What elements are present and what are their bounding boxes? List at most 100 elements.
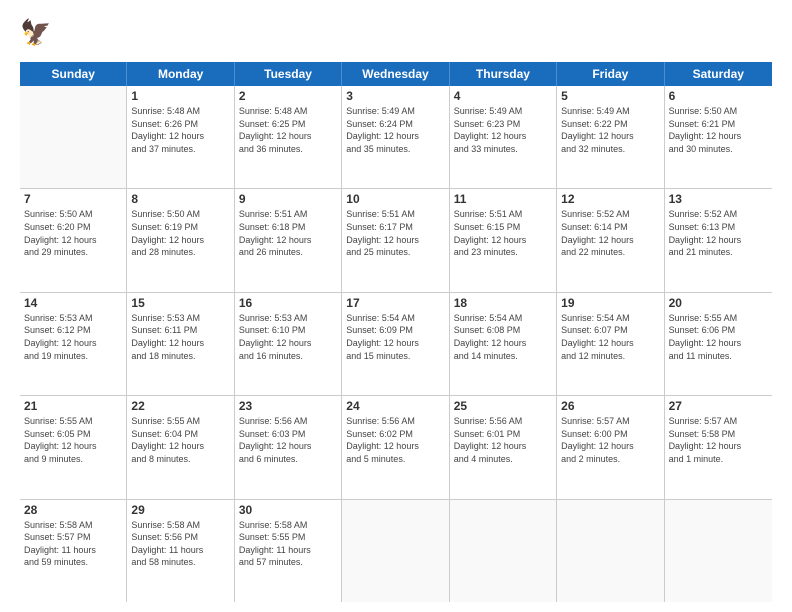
day-cell-18: 18 Sunrise: 5:54 AM Sunset: 6:08 PM Dayli… [450, 293, 557, 395]
day-number: 3 [346, 89, 444, 103]
day-cell-30: 30Sunrise: 5:58 AM Sunset: 5:55 PM Dayli… [235, 500, 342, 602]
day-number: 9 [239, 192, 337, 206]
day-number: 13 [669, 192, 768, 206]
day-cell-2: 2 Sunrise: 5:48 AM Sunset: 6:25 PM Daylig… [235, 86, 342, 188]
calendar: SundayMondayTuesdayWednesdayThursdayFrid… [20, 62, 772, 602]
day-cell-5: 5 Sunrise: 5:49 AM Sunset: 6:22 PM Daylig… [557, 86, 664, 188]
day-info: Sunrise: 5:53 AM Sunset: 6:11 PM Dayligh… [131, 312, 229, 362]
day-cell-24: 24 Sunrise: 5:56 AM Sunset: 6:02 PM Dayli… [342, 396, 449, 498]
day-info: Sunrise: 5:50 AM Sunset: 6:21 PM Dayligh… [669, 105, 768, 155]
day-number: 24 [346, 399, 444, 413]
day-cell-25: 25Sunrise: 5:56 AM Sunset: 6:01 PM Dayli… [450, 396, 557, 498]
day-cell-13: 13 Sunrise: 5:52 AM Sunset: 6:13 PM Dayli… [665, 189, 772, 291]
day-number: 27 [669, 399, 768, 413]
day-cell-10: 10 Sunrise: 5:51 AM Sunset: 6:17 PM Dayli… [342, 189, 449, 291]
day-cell-21: 21 Sunrise: 5:55 AM Sunset: 6:05 PM Dayli… [20, 396, 127, 498]
day-number: 16 [239, 296, 337, 310]
day-info: Sunrise: 5:57 AM Sunset: 5:58 PM Dayligh… [669, 415, 768, 465]
day-info: Sunrise: 5:52 AM Sunset: 6:14 PM Dayligh… [561, 208, 659, 258]
day-info: Sunrise: 5:55 AM Sunset: 6:05 PM Dayligh… [24, 415, 122, 465]
day-cell-8: 8 Sunrise: 5:50 AM Sunset: 6:19 PM Daylig… [127, 189, 234, 291]
day-info: Sunrise: 5:50 AM Sunset: 6:19 PM Dayligh… [131, 208, 229, 258]
day-cell-11: 11Sunrise: 5:51 AM Sunset: 6:15 PM Dayli… [450, 189, 557, 291]
day-info: Sunrise: 5:51 AM Sunset: 6:18 PM Dayligh… [239, 208, 337, 258]
header-day-sunday: Sunday [20, 62, 127, 86]
day-cell-26: 26 Sunrise: 5:57 AM Sunset: 6:00 PM Dayli… [557, 396, 664, 498]
day-info: Sunrise: 5:56 AM Sunset: 6:03 PM Dayligh… [239, 415, 337, 465]
day-info: Sunrise: 5:49 AM Sunset: 6:22 PM Dayligh… [561, 105, 659, 155]
header-day-friday: Friday [557, 62, 664, 86]
day-info: Sunrise: 5:54 AM Sunset: 6:08 PM Dayligh… [454, 312, 552, 362]
day-cell-20: 20 Sunrise: 5:55 AM Sunset: 6:06 PM Dayli… [665, 293, 772, 395]
day-number: 28 [24, 503, 122, 517]
day-info: Sunrise: 5:48 AM Sunset: 6:25 PM Dayligh… [239, 105, 337, 155]
header-day-saturday: Saturday [665, 62, 772, 86]
empty-cell [450, 500, 557, 602]
day-cell-29: 29Sunrise: 5:58 AM Sunset: 5:56 PM Dayli… [127, 500, 234, 602]
day-number: 12 [561, 192, 659, 206]
day-cell-23: 23 Sunrise: 5:56 AM Sunset: 6:03 PM Dayli… [235, 396, 342, 498]
day-info: Sunrise: 5:52 AM Sunset: 6:13 PM Dayligh… [669, 208, 768, 258]
calendar-header: SundayMondayTuesdayWednesdayThursdayFrid… [20, 62, 772, 86]
day-number: 2 [239, 89, 337, 103]
day-info: Sunrise: 5:51 AM Sunset: 6:17 PM Dayligh… [346, 208, 444, 258]
header-day-thursday: Thursday [450, 62, 557, 86]
empty-cell [665, 500, 772, 602]
day-number: 23 [239, 399, 337, 413]
day-cell-16: 16 Sunrise: 5:53 AM Sunset: 6:10 PM Dayli… [235, 293, 342, 395]
day-cell-9: 9 Sunrise: 5:51 AM Sunset: 6:18 PM Daylig… [235, 189, 342, 291]
day-cell-14: 14 Sunrise: 5:53 AM Sunset: 6:12 PM Dayli… [20, 293, 127, 395]
day-number: 14 [24, 296, 122, 310]
day-info: Sunrise: 5:53 AM Sunset: 6:12 PM Dayligh… [24, 312, 122, 362]
day-number: 17 [346, 296, 444, 310]
day-number: 15 [131, 296, 229, 310]
day-number: 10 [346, 192, 444, 206]
day-cell-3: 3Sunrise: 5:49 AM Sunset: 6:24 PM Daylig… [342, 86, 449, 188]
day-cell-17: 17 Sunrise: 5:54 AM Sunset: 6:09 PM Dayli… [342, 293, 449, 395]
day-info: Sunrise: 5:49 AM Sunset: 6:23 PM Dayligh… [454, 105, 552, 155]
day-info: Sunrise: 5:55 AM Sunset: 6:06 PM Dayligh… [669, 312, 768, 362]
day-cell-19: 19 Sunrise: 5:54 AM Sunset: 6:07 PM Dayli… [557, 293, 664, 395]
day-info: Sunrise: 5:54 AM Sunset: 6:07 PM Dayligh… [561, 312, 659, 362]
day-info: Sunrise: 5:58 AM Sunset: 5:55 PM Dayligh… [239, 519, 337, 569]
header-day-monday: Monday [127, 62, 234, 86]
day-cell-28: 28 Sunrise: 5:58 AM Sunset: 5:57 PM Dayli… [20, 500, 127, 602]
day-info: Sunrise: 5:56 AM Sunset: 6:02 PM Dayligh… [346, 415, 444, 465]
day-info: Sunrise: 5:57 AM Sunset: 6:00 PM Dayligh… [561, 415, 659, 465]
day-info: Sunrise: 5:58 AM Sunset: 5:57 PM Dayligh… [24, 519, 122, 569]
day-number: 29 [131, 503, 229, 517]
day-number: 1 [131, 89, 229, 103]
header-day-tuesday: Tuesday [235, 62, 342, 86]
page: 🦅 SundayMondayTuesdayWednesdayThursdayFr… [0, 0, 792, 612]
day-number: 6 [669, 89, 768, 103]
week-row-5: 28 Sunrise: 5:58 AM Sunset: 5:57 PM Dayli… [20, 500, 772, 602]
day-info: Sunrise: 5:55 AM Sunset: 6:04 PM Dayligh… [131, 415, 229, 465]
day-number: 22 [131, 399, 229, 413]
empty-cell [557, 500, 664, 602]
day-info: Sunrise: 5:56 AM Sunset: 6:01 PM Dayligh… [454, 415, 552, 465]
logo: 🦅 [20, 16, 58, 52]
day-number: 5 [561, 89, 659, 103]
week-row-2: 7 Sunrise: 5:50 AM Sunset: 6:20 PM Daylig… [20, 189, 772, 292]
empty-cell [342, 500, 449, 602]
day-number: 21 [24, 399, 122, 413]
day-number: 18 [454, 296, 552, 310]
day-info: Sunrise: 5:50 AM Sunset: 6:20 PM Dayligh… [24, 208, 122, 258]
day-info: Sunrise: 5:48 AM Sunset: 6:26 PM Dayligh… [131, 105, 229, 155]
day-number: 11 [454, 192, 552, 206]
day-number: 8 [131, 192, 229, 206]
week-row-1: 1 Sunrise: 5:48 AM Sunset: 6:26 PM Daylig… [20, 86, 772, 189]
logo-bird-icon: 🦅 [20, 16, 56, 52]
calendar-body: 1 Sunrise: 5:48 AM Sunset: 6:26 PM Daylig… [20, 86, 772, 602]
header-day-wednesday: Wednesday [342, 62, 449, 86]
header: 🦅 [20, 16, 772, 52]
day-number: 19 [561, 296, 659, 310]
day-info: Sunrise: 5:53 AM Sunset: 6:10 PM Dayligh… [239, 312, 337, 362]
day-number: 7 [24, 192, 122, 206]
day-cell-4: 4Sunrise: 5:49 AM Sunset: 6:23 PM Daylig… [450, 86, 557, 188]
day-cell-1: 1 Sunrise: 5:48 AM Sunset: 6:26 PM Daylig… [127, 86, 234, 188]
day-info: Sunrise: 5:54 AM Sunset: 6:09 PM Dayligh… [346, 312, 444, 362]
day-cell-12: 12 Sunrise: 5:52 AM Sunset: 6:14 PM Dayli… [557, 189, 664, 291]
day-number: 26 [561, 399, 659, 413]
day-number: 20 [669, 296, 768, 310]
